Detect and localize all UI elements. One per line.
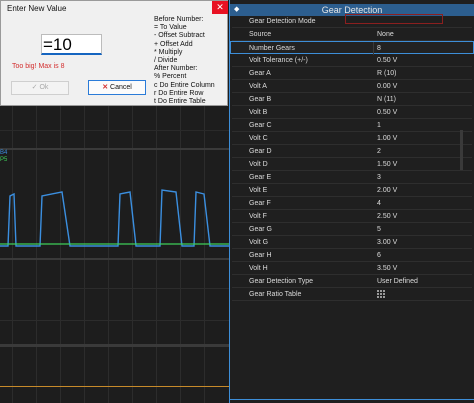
- property-row[interactable]: Volt G 3.00 V: [230, 236, 474, 249]
- property-row[interactable]: Volt F 2.50 V: [230, 210, 474, 223]
- property-row[interactable]: Gear D 2: [230, 145, 474, 158]
- pulse-trace: [0, 189, 229, 247]
- help-line: = To Value: [154, 24, 187, 32]
- help-line: - Offset Subtract: [154, 32, 205, 40]
- error-message: Too big! Max is 8: [12, 63, 65, 70]
- property-row[interactable]: Source None: [230, 28, 474, 41]
- ok-button-label: Ok: [39, 84, 49, 91]
- property-row[interactable]: Gear Ratio Table: [230, 288, 474, 301]
- help-line: + Offset Add: [154, 40, 193, 48]
- property-row[interactable]: Volt H 3.50 V: [230, 262, 474, 275]
- property-row[interactable]: Volt A 0.00 V: [230, 80, 474, 93]
- help-line: Before Number:: [154, 16, 204, 23]
- x-icon: ✕: [102, 84, 109, 91]
- help-line: * Multiply: [154, 48, 183, 56]
- help-line: r Do Entire Row: [154, 89, 204, 97]
- close-icon[interactable]: ✕: [212, 1, 228, 14]
- cancel-button-label: Cancel: [110, 84, 132, 91]
- mode-value-highlight: [345, 14, 443, 24]
- property-row[interactable]: Volt D 1.50 V: [230, 158, 474, 171]
- property-row[interactable]: Volt E 2.00 V: [230, 184, 474, 197]
- property-row[interactable]: Gear G 5: [230, 223, 474, 236]
- dialog-title: Enter New Value: [7, 4, 67, 13]
- grid-icon[interactable]: [377, 290, 386, 299]
- enter-value-dialog: Enter New Value ✕ =10 Too big! Max is 8 …: [0, 0, 228, 106]
- operator-help-list: Before Number: = To Value - Offset Subtr…: [154, 16, 228, 106]
- help-line: t Do Entire Table: [154, 98, 206, 106]
- property-row[interactable]: Gear C 1: [230, 119, 474, 132]
- property-row[interactable]: Gear B N (11): [230, 93, 474, 106]
- property-row[interactable]: Gear H 6: [230, 249, 474, 262]
- panel-scrollbar[interactable]: [460, 130, 463, 170]
- panel-bottom-border: [230, 399, 474, 400]
- property-row[interactable]: Volt Tolerance (+/-) 0.50 V: [230, 54, 474, 67]
- property-row[interactable]: Gear A R (10): [230, 67, 474, 80]
- help-line: % Percent: [154, 73, 187, 81]
- gear-detection-panel: ◆ Gear Detection Gear Detection Mode Sou…: [229, 0, 474, 403]
- help-line: / Divide: [154, 57, 178, 65]
- cancel-button[interactable]: ✕ Cancel: [88, 80, 146, 95]
- check-icon: ✓: [31, 84, 38, 91]
- property-row[interactable]: Gear Detection Type User Defined: [230, 275, 474, 288]
- property-row-selected[interactable]: Number Gears 8: [230, 41, 474, 55]
- property-row[interactable]: Gear E 3: [230, 171, 474, 184]
- property-row[interactable]: Gear F 4: [230, 197, 474, 210]
- value-input[interactable]: =10: [41, 34, 102, 55]
- property-row[interactable]: Volt B 0.50 V: [230, 106, 474, 119]
- help-line: After Number:: [154, 65, 198, 73]
- property-row[interactable]: Volt C 1.00 V: [230, 132, 474, 145]
- row-divider: [232, 300, 472, 301]
- help-line: c Do Entire Column: [154, 81, 215, 89]
- ok-button[interactable]: ✓ Ok: [11, 81, 69, 95]
